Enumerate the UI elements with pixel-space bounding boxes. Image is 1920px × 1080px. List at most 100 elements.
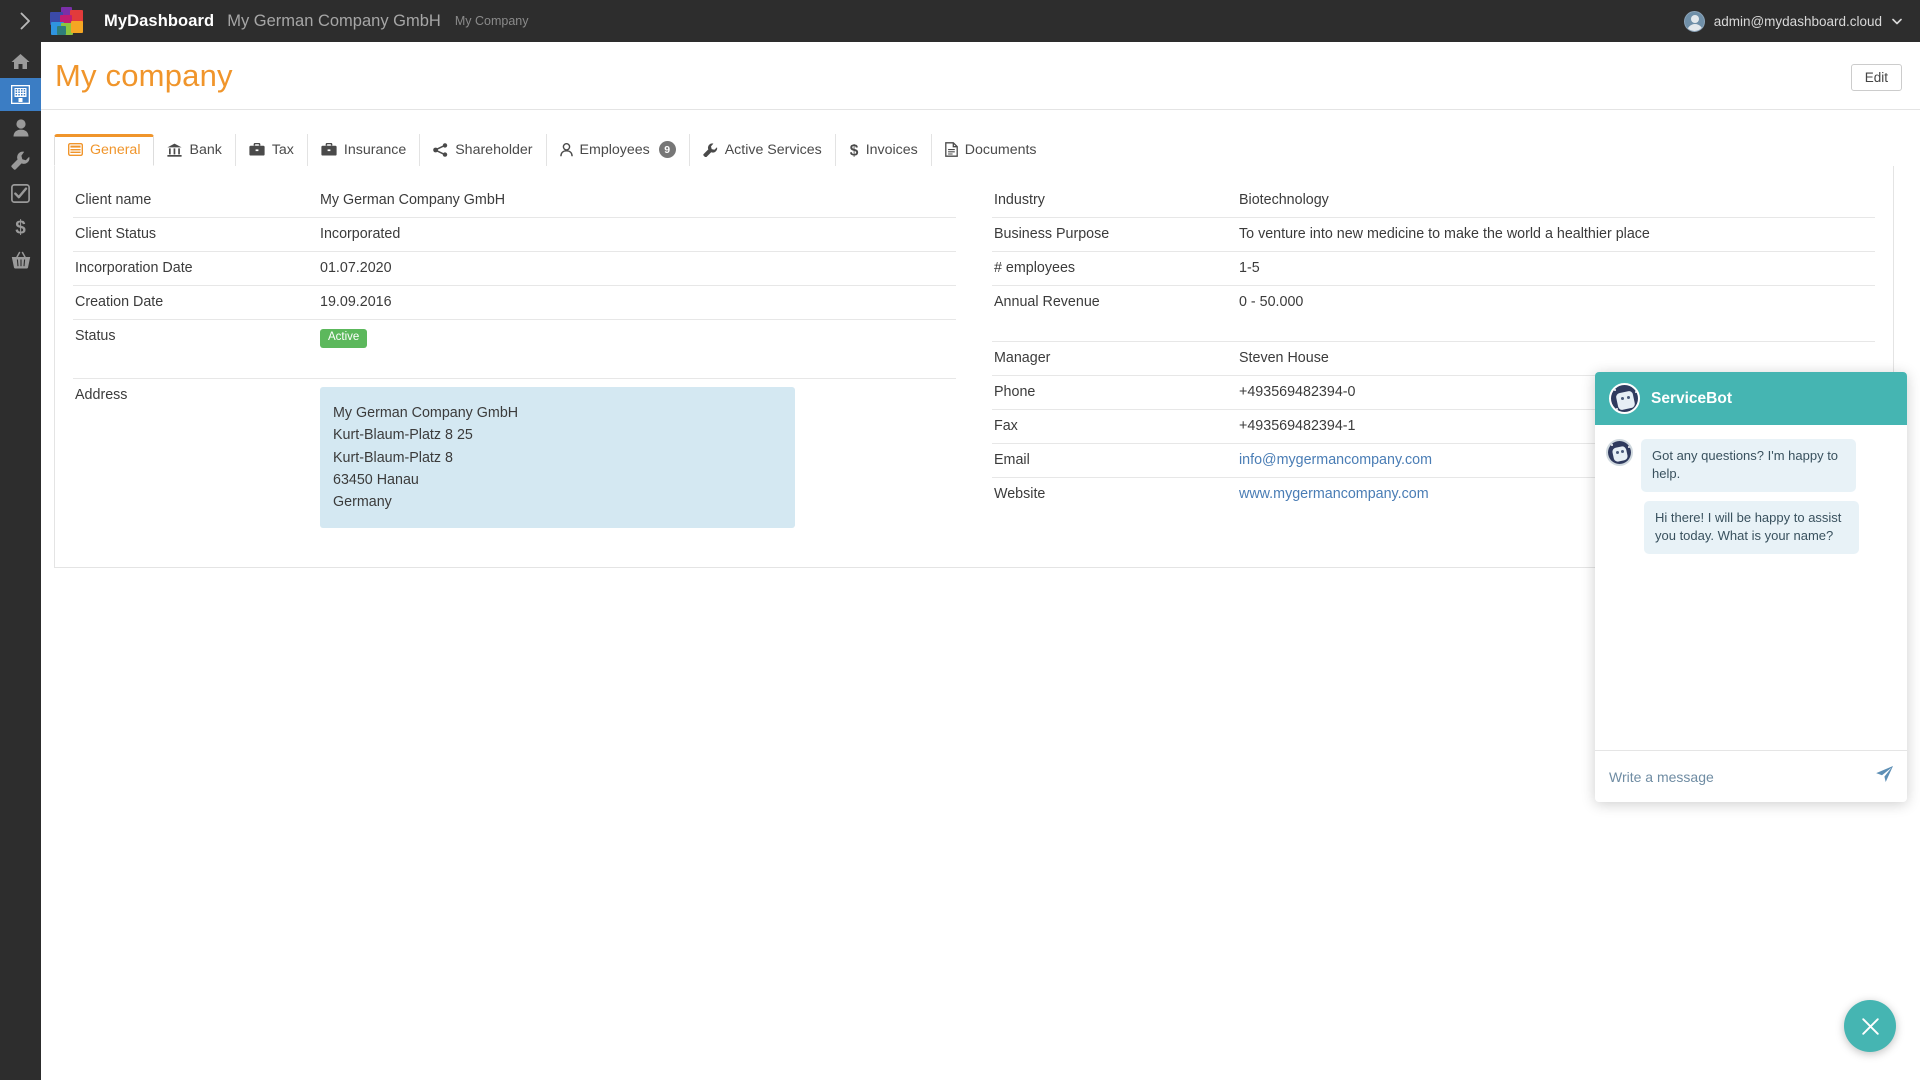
sidebar-item-tools[interactable] — [0, 144, 41, 177]
sidebar-item-home[interactable] — [0, 45, 41, 78]
chat-title: ServiceBot — [1651, 389, 1732, 407]
tab-bank[interactable]: Bank — [154, 134, 235, 166]
table-row: # employees 1-5 — [992, 252, 1875, 286]
table-row: Annual Revenue 0 - 50.000 — [992, 286, 1875, 320]
check-square-icon — [11, 184, 30, 203]
tab-employees[interactable]: Employees 9 — [545, 134, 689, 166]
chat-message: Hi there! I will be happy to assist you … — [1606, 500, 1893, 554]
tab-label: Employees — [579, 141, 650, 158]
tab-insurance[interactable]: Insurance — [306, 134, 420, 166]
row-label: # employees — [994, 260, 1076, 276]
row-label: Creation Date — [75, 294, 164, 310]
row-label: Phone — [994, 383, 1036, 400]
table-row: Incorporation Date 01.07.2020 — [73, 252, 956, 286]
website-link[interactable]: www.mygermancompany.com — [1239, 486, 1429, 502]
sidebar-item-user[interactable] — [0, 111, 41, 144]
breadcrumb-company[interactable]: My German Company GmbH — [227, 12, 441, 31]
tab-shareholder[interactable]: Shareholder — [419, 134, 546, 166]
row-label: Industry — [994, 192, 1045, 208]
top-bar: MyDashboard My German Company GmbH My Co… — [0, 0, 1920, 42]
spacer-row — [992, 319, 1875, 341]
tab-general[interactable]: General — [54, 134, 155, 166]
sidebar-toggle-button[interactable] — [0, 0, 50, 42]
tab-active-services[interactable]: Active Services — [688, 134, 835, 166]
left-sidebar: $ — [0, 42, 41, 1080]
row-label: Client Status — [75, 226, 157, 242]
row-label: Status — [75, 328, 116, 344]
sidebar-item-company[interactable] — [0, 78, 41, 111]
tab-label: Documents — [964, 141, 1037, 158]
building-icon — [11, 85, 30, 104]
table-row: Client Status Incorporated — [73, 218, 956, 252]
basket-icon — [11, 251, 30, 269]
servicebot-avatar-icon — [1606, 439, 1633, 466]
status-badge: Active — [320, 329, 368, 348]
tab-documents[interactable]: Documents — [930, 134, 1050, 166]
edit-button[interactable]: Edit — [1850, 64, 1902, 91]
row-value: To venture into new medicine to make the… — [1239, 226, 1650, 242]
main-content: My company Edit General Bank Tax Insuran… — [41, 42, 1920, 1080]
briefcase-icon — [249, 143, 265, 156]
tab-label: Bank — [189, 141, 222, 158]
address-line: 63450 Hanau — [333, 471, 419, 488]
row-value: Biotechnology — [1239, 192, 1329, 208]
address-line: Kurt-Blaum-Platz 8 25 — [333, 427, 473, 444]
mydashboard-logo[interactable] — [50, 4, 94, 38]
breadcrumb-section: My Company — [454, 14, 529, 28]
address-line: My German Company GmbH — [333, 405, 519, 421]
table-row-address: Address My German Company GmbH Kurt-Blau… — [73, 379, 956, 538]
address-line: Germany — [333, 494, 392, 511]
address-box: My German Company GmbH Kurt-Blaum-Platz … — [320, 387, 795, 529]
servicebot-avatar-icon — [1609, 383, 1640, 414]
table-row: Creation Date 19.09.2016 — [73, 286, 956, 320]
user-menu[interactable]: admin@mydashboard.cloud — [1683, 10, 1920, 32]
file-icon — [944, 142, 958, 157]
chat-messages: Got any questions? I'm happy to help. Hi… — [1595, 425, 1907, 750]
table-row: Business Purpose To venture into new med… — [992, 218, 1875, 252]
spacer-row — [73, 357, 956, 379]
address-line: Kurt-Blaum-Platz 8 — [333, 449, 453, 466]
send-button[interactable] — [1875, 765, 1894, 788]
email-link[interactable]: info@mygermancompany.com — [1239, 452, 1432, 468]
user-icon — [559, 142, 573, 156]
chat-message: Got any questions? I'm happy to help. — [1606, 439, 1893, 492]
sidebar-item-shop[interactable] — [0, 243, 41, 276]
table-row-status: Status Active — [73, 320, 956, 357]
tab-bar: General Bank Tax Insurance Shareholder E… — [54, 133, 1050, 166]
tab-invoices[interactable]: $ Invoices — [834, 134, 931, 166]
share-icon — [433, 142, 448, 157]
row-value: Steven House — [1239, 349, 1329, 366]
row-label: Address — [75, 387, 128, 403]
tab-tax[interactable]: Tax — [234, 134, 307, 166]
page-header: My company Edit — [41, 42, 1920, 110]
row-label: Client name — [75, 192, 152, 208]
app-root: MyDashboard My German Company GmbH My Co… — [0, 0, 1920, 1080]
chat-message-input[interactable] — [1609, 768, 1875, 785]
tab-label: Active Services — [724, 141, 822, 158]
sidebar-item-tasks[interactable] — [0, 177, 41, 210]
sidebar-item-finance[interactable]: $ — [0, 210, 41, 243]
tab-label: Tax — [271, 141, 294, 158]
close-icon — [1861, 1017, 1879, 1035]
row-value: Incorporated — [320, 226, 401, 242]
send-icon — [1876, 766, 1893, 782]
company-details-left: Client name My German Company GmbH Clien… — [55, 184, 974, 537]
dollar-icon: $ — [15, 217, 26, 237]
svg-text:$: $ — [849, 142, 858, 158]
chat-close-fab[interactable] — [1844, 1000, 1896, 1052]
row-label: Email — [994, 451, 1030, 468]
avatar — [1683, 10, 1705, 32]
dollar-icon: $ — [849, 142, 858, 158]
row-value: 01.07.2020 — [320, 260, 392, 276]
brand-name[interactable]: MyDashboard — [104, 12, 214, 31]
svg-text:$: $ — [15, 217, 26, 237]
row-label: Manager — [994, 349, 1051, 366]
list-alt-icon — [68, 143, 83, 156]
row-label: Annual Revenue — [994, 294, 1100, 310]
row-label: Business Purpose — [994, 226, 1110, 242]
tab-label: Invoices — [865, 141, 918, 158]
row-label: Website — [994, 485, 1046, 502]
wrench-icon — [703, 142, 717, 157]
home-icon — [11, 54, 30, 69]
chat-bubble: Got any questions? I'm happy to help. — [1641, 439, 1856, 492]
